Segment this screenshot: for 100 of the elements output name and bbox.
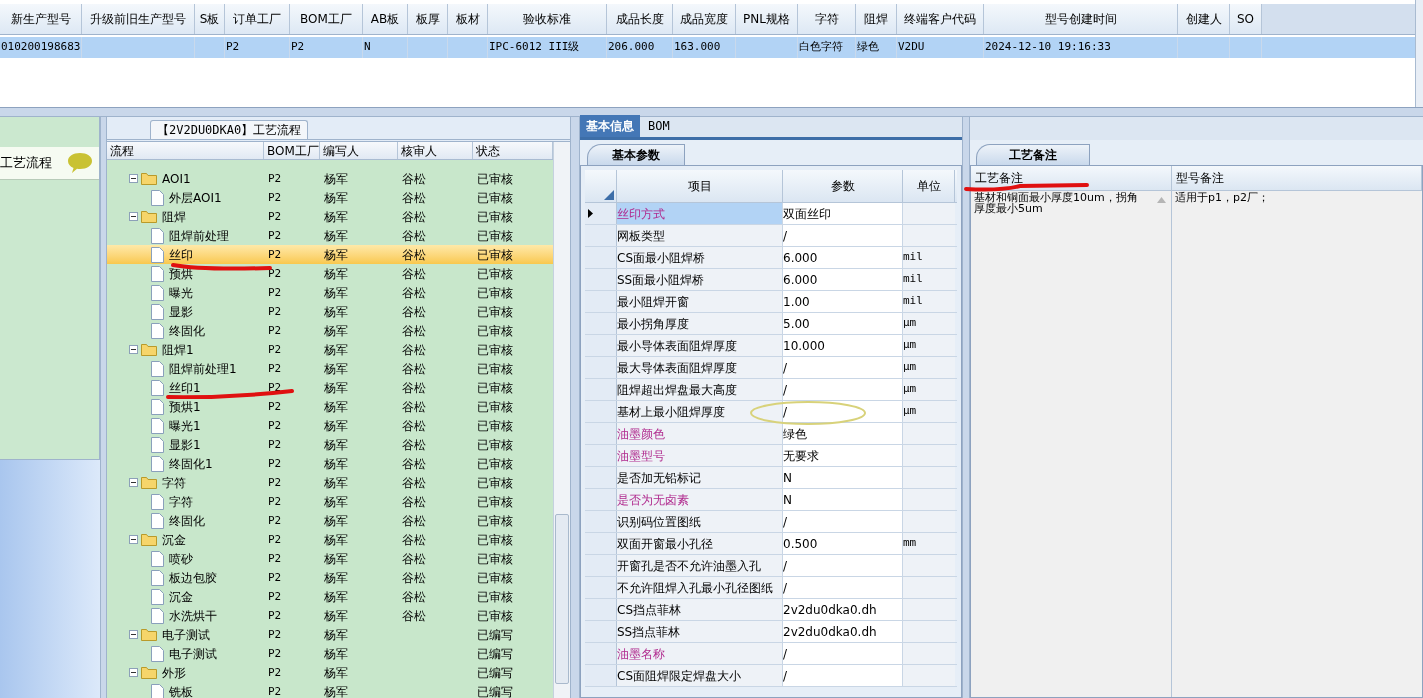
column-header[interactable]: 工艺备注 bbox=[971, 166, 1172, 190]
column-header[interactable]: 型号备注 bbox=[1172, 166, 1422, 190]
tree-row[interactable]: 沉金 P2 杨军 谷松 已审核 bbox=[107, 587, 553, 606]
tree-row[interactable]: 喷砂 P2 杨军 谷松 已审核 bbox=[107, 549, 553, 568]
column-header[interactable]: 验收标准 bbox=[488, 4, 607, 34]
param-row[interactable]: 最小拐角厚度 5.00 μm bbox=[585, 313, 957, 335]
tree-row[interactable]: 显影 P2 杨军 谷松 已审核 bbox=[107, 302, 553, 321]
tree-row[interactable]: 预烘1 P2 杨军 谷松 已审核 bbox=[107, 397, 553, 416]
column-header[interactable]: 成品宽度 bbox=[673, 4, 736, 34]
param-row[interactable]: 最大导体表面阻焊厚度 / μm bbox=[585, 357, 957, 379]
tree-row[interactable]: 铣板 P2 杨军 已编写 bbox=[107, 682, 553, 698]
param-row[interactable]: 双面开窗最小孔径 0.500 mm bbox=[585, 533, 957, 555]
param-row[interactable]: 阻焊超出焊盘最大高度 / μm bbox=[585, 379, 957, 401]
collapse-toggle[interactable] bbox=[129, 174, 138, 183]
scrollbar[interactable] bbox=[1415, 0, 1423, 107]
column-header[interactable]: PNL规格 bbox=[736, 4, 798, 34]
param-row[interactable]: 油墨型号 无要求 bbox=[585, 445, 957, 467]
tree-row[interactable]: 终固化1 P2 杨军 谷松 已审核 bbox=[107, 454, 553, 473]
tree-row[interactable]: 电子测试 P2 杨军 已编写 bbox=[107, 644, 553, 663]
tree-row[interactable]: 外层AOI1 P2 杨军 谷松 已审核 bbox=[107, 188, 553, 207]
param-row[interactable]: 最小阻焊开窗 1.00 mil bbox=[585, 291, 957, 313]
tree-row[interactable]: 阻焊前处理 P2 杨军 谷松 已审核 bbox=[107, 226, 553, 245]
column-header[interactable]: BOM工厂 bbox=[290, 4, 363, 34]
column-header[interactable]: 板材 bbox=[448, 4, 488, 34]
scrollbar[interactable] bbox=[553, 142, 570, 698]
column-header[interactable]: 字符 bbox=[798, 4, 856, 34]
param-row[interactable]: 最小导体表面阻焊厚度 10.000 μm bbox=[585, 335, 957, 357]
tree-row[interactable]: AOI1 P2 杨军 谷松 已审核 bbox=[107, 169, 553, 188]
param-row[interactable]: 网板类型 / bbox=[585, 225, 957, 247]
column-header[interactable]: AB板 bbox=[363, 4, 408, 34]
tree-row[interactable]: 电子测试 P2 杨军 已编写 bbox=[107, 625, 553, 644]
column-header[interactable]: 参数 bbox=[783, 170, 903, 202]
param-row[interactable]: 油墨颜色 绿色 bbox=[585, 423, 957, 445]
param-row[interactable]: SS面最小阻焊桥 6.000 mil bbox=[585, 269, 957, 291]
tree-row[interactable]: 阻焊1 P2 杨军 谷松 已审核 bbox=[107, 340, 553, 359]
document-icon bbox=[151, 303, 164, 320]
param-row[interactable]: SS挡点菲林 2v2du0dka0.dh bbox=[585, 621, 957, 643]
table-cell: P2 bbox=[268, 590, 282, 604]
tab[interactable]: 工艺备注 bbox=[976, 144, 1090, 165]
sidebar-item[interactable]: 工艺流程 bbox=[0, 147, 99, 180]
collapse-toggle[interactable] bbox=[129, 212, 138, 221]
tree-row[interactable]: 字符 P2 杨军 谷松 已审核 bbox=[107, 492, 553, 511]
param-row[interactable]: 是否加无铅标记 N bbox=[585, 467, 957, 489]
tree-row[interactable]: 曝光 P2 杨军 谷松 已审核 bbox=[107, 283, 553, 302]
param-row[interactable]: CS面阻焊限定焊盘大小 / bbox=[585, 665, 957, 687]
tree-row[interactable]: 显影1 P2 杨军 谷松 已审核 bbox=[107, 435, 553, 454]
param-value: 2v2du0dka0.dh bbox=[783, 601, 877, 619]
tree-row[interactable]: 外形 P2 杨军 已编写 bbox=[107, 663, 553, 682]
column-header[interactable]: 订单工厂 bbox=[225, 4, 290, 34]
tab[interactable]: 基本信息 bbox=[580, 115, 640, 137]
column-header[interactable]: 流程 bbox=[107, 142, 264, 159]
tab[interactable]: 基本参数 bbox=[587, 144, 685, 165]
collapse-toggle[interactable] bbox=[129, 668, 138, 677]
param-row[interactable]: CS面最小阻焊桥 6.000 mil bbox=[585, 247, 957, 269]
tree-row[interactable]: 沉金 P2 杨军 谷松 已审核 bbox=[107, 530, 553, 549]
tree-row[interactable]: 字符 P2 杨军 谷松 已审核 bbox=[107, 473, 553, 492]
column-header[interactable]: 板厚 bbox=[408, 4, 448, 34]
tab[interactable]: BOM bbox=[642, 115, 676, 137]
param-row[interactable]: 丝印方式 双面丝印 bbox=[585, 203, 957, 225]
table-row[interactable]: 010200198683 P2 P2 N IPC-6012 III级 206.000 163.000 白色字符 绿色 V2DU 2024-12-10 19:16:33 bbox=[0, 37, 1415, 58]
param-row[interactable]: 开窗孔是否不允许油墨入孔 / bbox=[585, 555, 957, 577]
param-row[interactable]: 油墨名称 / bbox=[585, 643, 957, 665]
column-header[interactable]: 单位 bbox=[903, 170, 955, 202]
param-row[interactable]: 识别码位置图纸 / bbox=[585, 511, 957, 533]
tree-row[interactable]: 板边包胶 P2 杨军 谷松 已审核 bbox=[107, 568, 553, 587]
unit-label: mil bbox=[903, 293, 923, 310]
table-cell: 杨军 bbox=[324, 456, 348, 471]
collapse-toggle[interactable] bbox=[129, 478, 138, 487]
column-header[interactable]: S板 bbox=[195, 4, 225, 34]
column-header[interactable]: 创建人 bbox=[1178, 4, 1230, 34]
tree-row[interactable]: 终固化 P2 杨军 谷松 已审核 bbox=[107, 511, 553, 530]
column-header[interactable]: 型号创建时间 bbox=[984, 4, 1178, 34]
collapse-toggle[interactable] bbox=[129, 345, 138, 354]
column-header[interactable]: 升级前旧生产型号 bbox=[82, 4, 195, 34]
tree-row[interactable]: 曝光1 P2 杨军 谷松 已审核 bbox=[107, 416, 553, 435]
column-header[interactable]: BOM工厂 bbox=[264, 142, 320, 159]
column-header[interactable]: 项目 bbox=[617, 170, 783, 202]
table-cell: P2 bbox=[268, 533, 282, 547]
collapse-toggle[interactable] bbox=[129, 630, 138, 639]
table-cell: P2 bbox=[268, 628, 282, 642]
param-row[interactable]: 是否为无卤素 N bbox=[585, 489, 957, 511]
column-header[interactable]: 编写人 bbox=[320, 142, 398, 159]
tree-row[interactable]: 终固化 P2 杨军 谷松 已审核 bbox=[107, 321, 553, 340]
tree-row[interactable]: 预烘 P2 杨军 谷松 已审核 bbox=[107, 264, 553, 283]
tree-row[interactable]: 丝印1 P2 杨军 谷松 已审核 bbox=[107, 378, 553, 397]
tree-row[interactable]: 丝印 P2 杨军 谷松 已审核 bbox=[107, 245, 553, 264]
param-row[interactable]: CS挡点菲林 2v2du0dka0.dh bbox=[585, 599, 957, 621]
column-header[interactable]: 终端客户代码 bbox=[897, 4, 984, 34]
column-header[interactable]: 阻焊 bbox=[856, 4, 897, 34]
table-cell: P2 bbox=[268, 381, 282, 395]
tree-row[interactable]: 阻焊前处理1 P2 杨军 谷松 已审核 bbox=[107, 359, 553, 378]
column-header[interactable]: 新生产型号 bbox=[0, 4, 82, 34]
column-header[interactable]: 成品长度 bbox=[607, 4, 673, 34]
table-cell: 谷松 bbox=[402, 304, 426, 319]
collapse-toggle[interactable] bbox=[129, 535, 138, 544]
param-row[interactable]: 基材上最小阻焊厚度 / μm bbox=[585, 401, 957, 423]
param-row[interactable]: 不允许阻焊入孔最小孔径图纸 / bbox=[585, 577, 957, 599]
column-header[interactable]: 核审人 bbox=[398, 142, 473, 159]
tree-row[interactable]: 阻焊 P2 杨军 谷松 已审核 bbox=[107, 207, 553, 226]
tree-row[interactable]: 水洗烘干 P2 杨军 谷松 已审核 bbox=[107, 606, 553, 625]
